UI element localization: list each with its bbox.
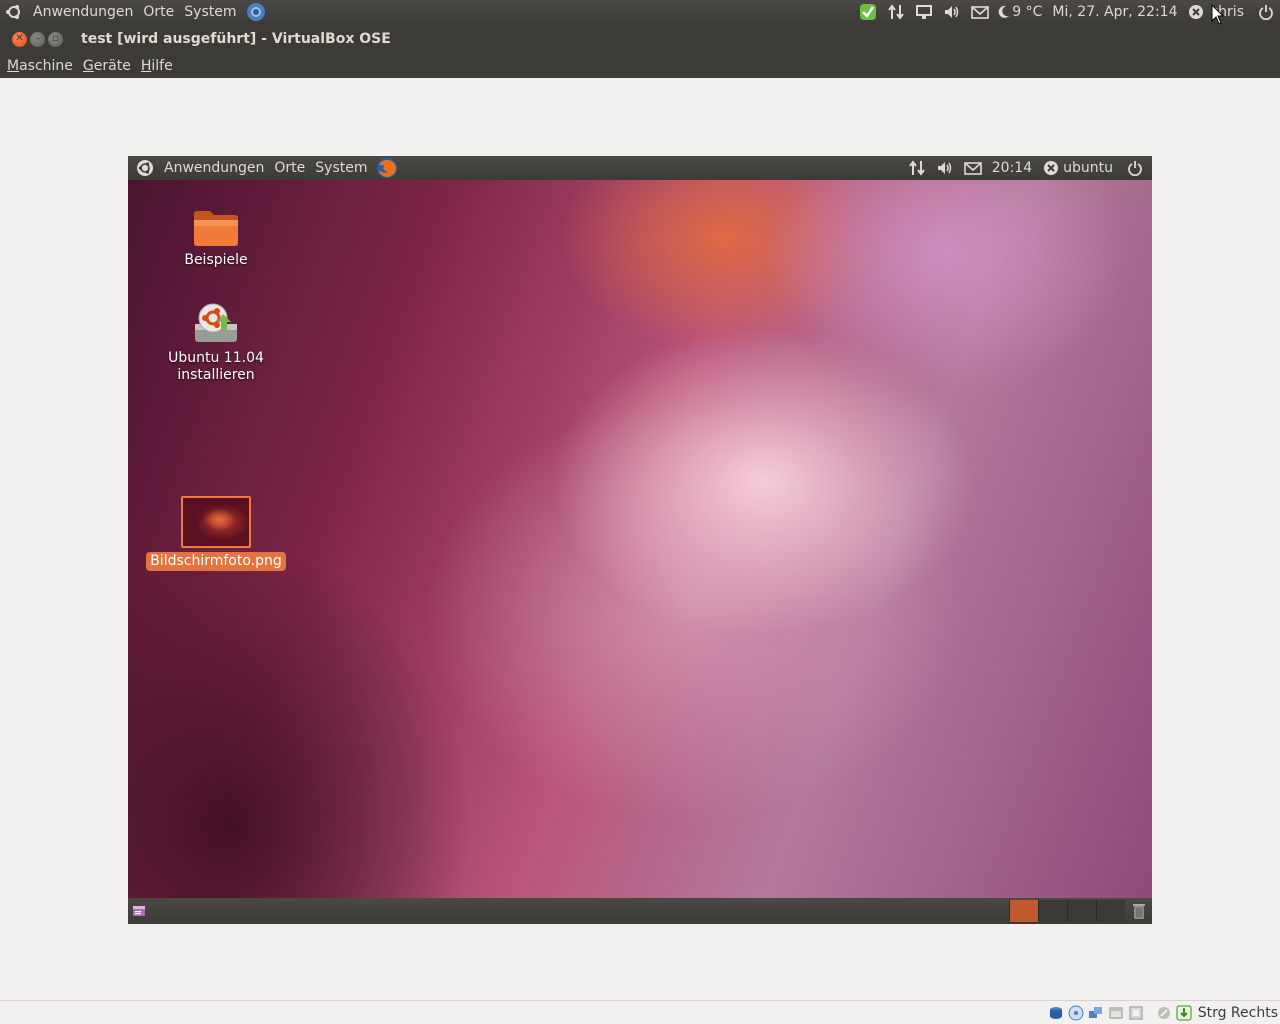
desktop-icon-label-line2: installieren xyxy=(177,367,255,383)
guest-top-panel: Anwendungen Orte System 20:14 ubuntu xyxy=(128,156,1152,180)
host-key-label: Strg Rechts xyxy=(1197,1004,1278,1021)
host-clock[interactable]: Mi, 27. Apr, 22:14 xyxy=(1047,4,1182,20)
shared-folders-icon[interactable] xyxy=(1128,1005,1144,1021)
display-icon[interactable] xyxy=(913,1,935,23)
installer-icon xyxy=(191,300,241,346)
weather-temperature[interactable]: 9 °C xyxy=(1012,4,1047,20)
optical-drive-icon[interactable] xyxy=(1068,1005,1084,1021)
window-title: test [wird ausgeführt] - VirtualBox OSE xyxy=(81,31,391,47)
guest-network-icon[interactable] xyxy=(906,157,928,179)
host-menu-system[interactable]: System xyxy=(179,4,241,20)
hard-disk-icon[interactable] xyxy=(1048,1005,1064,1021)
guest-power-icon[interactable] xyxy=(1124,157,1146,179)
window-maximize-button[interactable]: ▫ xyxy=(48,31,63,47)
host-menu-applications[interactable]: Anwendungen xyxy=(28,4,138,20)
desktop-icon-installer[interactable]: Ubuntu 11.04 installieren xyxy=(146,300,286,384)
guest-screen[interactable]: Anwendungen Orte System 20:14 ubuntu Bei… xyxy=(128,156,1152,924)
volume-icon[interactable] xyxy=(941,1,963,23)
menu-devices[interactable]: Geräte xyxy=(78,58,136,74)
user-status-icon[interactable] xyxy=(1185,1,1207,23)
workspace-3[interactable] xyxy=(1067,900,1096,922)
window-minimize-button[interactable]: – xyxy=(30,31,45,47)
power-icon[interactable] xyxy=(1255,1,1277,23)
moon-weather-icon[interactable] xyxy=(997,1,1011,23)
guest-desktop[interactable]: Beispiele Ubuntu 11.04 installieren Bild… xyxy=(128,180,1152,898)
window-menubar: Maschine Geräte Hilfe xyxy=(0,54,1280,78)
network-icon[interactable] xyxy=(885,1,907,23)
vm-status-bar: Strg Rechts xyxy=(0,1000,1280,1024)
guest-clock[interactable]: 20:14 xyxy=(987,160,1037,176)
desktop-icon-label: Beispiele xyxy=(184,252,248,268)
menu-machine[interactable]: Maschine xyxy=(2,58,78,74)
guest-menu-system[interactable]: System xyxy=(310,160,372,176)
guest-mail-icon[interactable] xyxy=(962,157,984,179)
ubuntu-logo-icon[interactable] xyxy=(3,1,25,23)
show-desktop-icon[interactable] xyxy=(130,900,148,922)
guest-ubuntu-logo-icon[interactable] xyxy=(134,157,156,179)
guest-user-status-icon[interactable] xyxy=(1040,157,1062,179)
desktop-icon-label: Bildschirmfoto.png xyxy=(146,552,286,571)
host-menu-places[interactable]: Orte xyxy=(138,4,179,20)
guest-bottom-panel xyxy=(128,898,1152,924)
window-close-button[interactable]: ✕ xyxy=(12,31,27,47)
menu-help[interactable]: Hilfe xyxy=(136,58,178,74)
workspace-1[interactable] xyxy=(1009,900,1038,922)
workspace-4[interactable] xyxy=(1096,900,1125,922)
update-ok-icon[interactable] xyxy=(857,1,879,23)
guest-menu-applications[interactable]: Anwendungen xyxy=(159,160,269,176)
desktop-icon-screenshot-file[interactable]: Bildschirmfoto.png xyxy=(146,496,286,571)
trash-icon[interactable] xyxy=(1128,900,1150,922)
guest-menu-places[interactable]: Orte xyxy=(269,160,310,176)
window-titlebar[interactable]: ✕ – ▫ test [wird ausgeführt] - VirtualBo… xyxy=(0,24,1280,54)
host-top-panel: Anwendungen Orte System 9 °C Mi, 27. Apr… xyxy=(0,0,1280,24)
network-adapter-icon[interactable] xyxy=(1088,1005,1104,1021)
folder-icon xyxy=(192,208,240,248)
workspace-2[interactable] xyxy=(1038,900,1067,922)
workspace-switcher xyxy=(1009,900,1152,922)
desktop-icon-examples[interactable]: Beispiele xyxy=(146,208,286,269)
desktop-icon-label-line1: Ubuntu 11.04 xyxy=(168,350,264,366)
guest-user-name[interactable]: ubuntu xyxy=(1063,160,1118,176)
usb-icon[interactable] xyxy=(1108,1005,1124,1021)
mouse-integration-icon[interactable] xyxy=(1156,1005,1172,1021)
image-thumbnail-icon xyxy=(181,496,251,548)
host-key-icon[interactable] xyxy=(1176,1005,1192,1021)
mouse-cursor xyxy=(1211,3,1225,26)
chromium-launcher-icon[interactable] xyxy=(245,1,267,23)
mail-icon[interactable] xyxy=(969,1,991,23)
guest-volume-icon[interactable] xyxy=(934,157,956,179)
firefox-launcher-icon[interactable] xyxy=(376,157,398,179)
